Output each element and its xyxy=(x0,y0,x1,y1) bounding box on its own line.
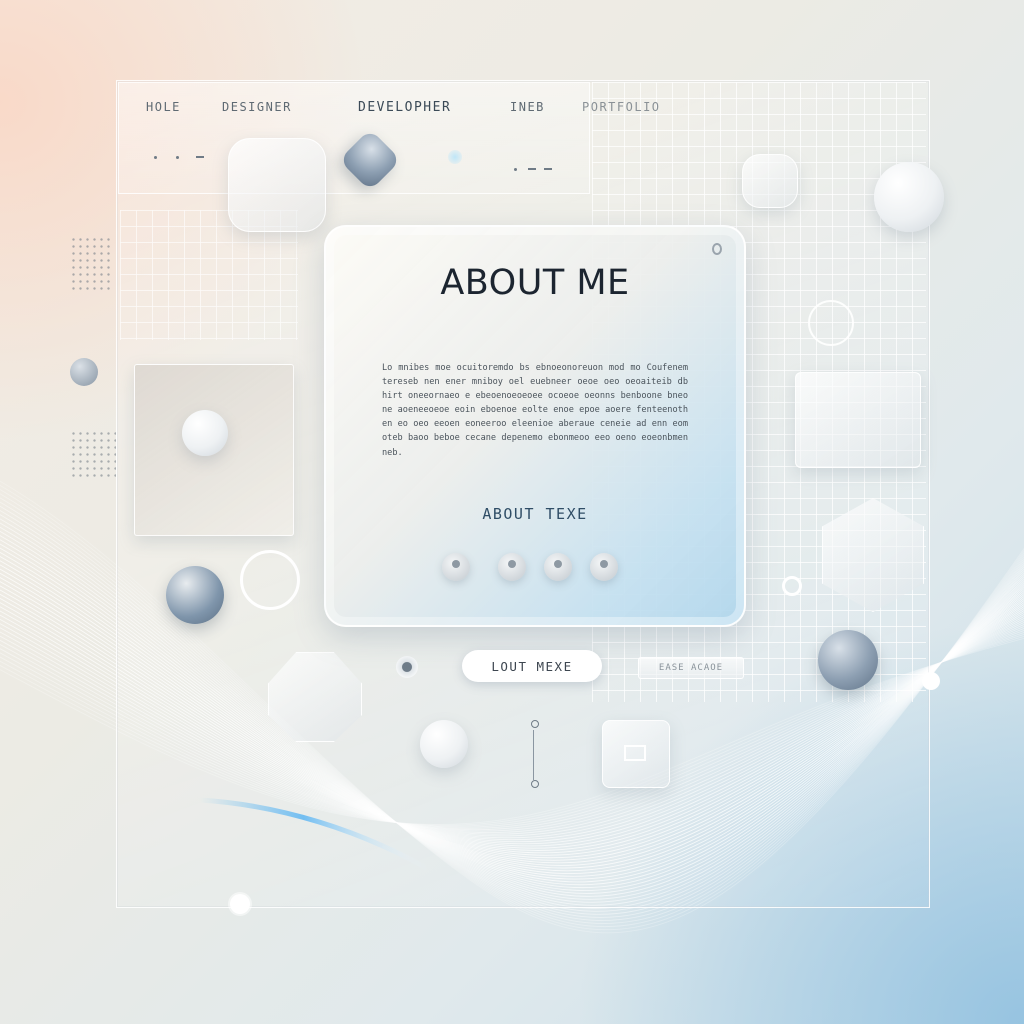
dot-matrix-left xyxy=(70,236,114,292)
sphere-decor-right xyxy=(818,630,878,690)
rounded-tile-decor xyxy=(228,138,326,232)
hex-light-decor xyxy=(742,154,798,208)
dot-matrix-left-2 xyxy=(70,430,116,480)
nav-item-developer[interactable]: DEVELOPHER xyxy=(358,100,451,115)
pin-icon xyxy=(712,243,722,255)
vertical-connector-decor xyxy=(531,720,539,788)
social-button-2[interactable] xyxy=(498,553,526,581)
top-nav-bar xyxy=(118,82,590,194)
nav-item-portfolio[interactable]: PORTFOLIO xyxy=(582,100,661,114)
nav-item-web[interactable]: INEB xyxy=(510,100,545,114)
sphere-small-left xyxy=(70,358,98,386)
page-title: ABOUT ME xyxy=(440,263,630,303)
white-dot-bottom xyxy=(230,894,250,914)
sphere-decor-top-right xyxy=(874,162,944,232)
social-button-1[interactable] xyxy=(442,553,470,581)
nav-item-designer[interactable]: DESIGNER xyxy=(222,100,292,114)
white-dot-decor xyxy=(922,672,940,690)
social-button-4[interactable] xyxy=(590,553,618,581)
about-more-button[interactable]: LOUT MEXE xyxy=(462,650,602,682)
about-card: ABOUT ME Lo mnibes moe ocuitoremdo bs eb… xyxy=(324,225,746,627)
nav-indicator-dots-2 xyxy=(514,168,554,172)
nav-item-home[interactable]: HOLE xyxy=(146,100,181,114)
frame-square-decor xyxy=(602,720,670,788)
small-ring-decor xyxy=(808,300,854,346)
sphere-decor-in-square xyxy=(182,410,228,456)
small-dot-ring-decor xyxy=(396,656,418,678)
ring-decor-small xyxy=(782,576,802,596)
sphere-decor-left xyxy=(166,566,224,624)
sphere-decor-bottom xyxy=(420,720,468,768)
about-body-text: Lo mnibes moe ocuitoremdo bs ebnoeonoreu… xyxy=(382,363,688,458)
ring-decor-left xyxy=(240,550,300,610)
light-dot-decor xyxy=(448,150,462,164)
about-subtitle: ABOUT TEXE xyxy=(482,505,588,523)
social-button-3[interactable] xyxy=(544,553,572,581)
small-label-bar: EASE ACAOE xyxy=(638,657,744,679)
nav-indicator-dots xyxy=(140,156,210,160)
glass-rect-decor xyxy=(795,372,921,468)
